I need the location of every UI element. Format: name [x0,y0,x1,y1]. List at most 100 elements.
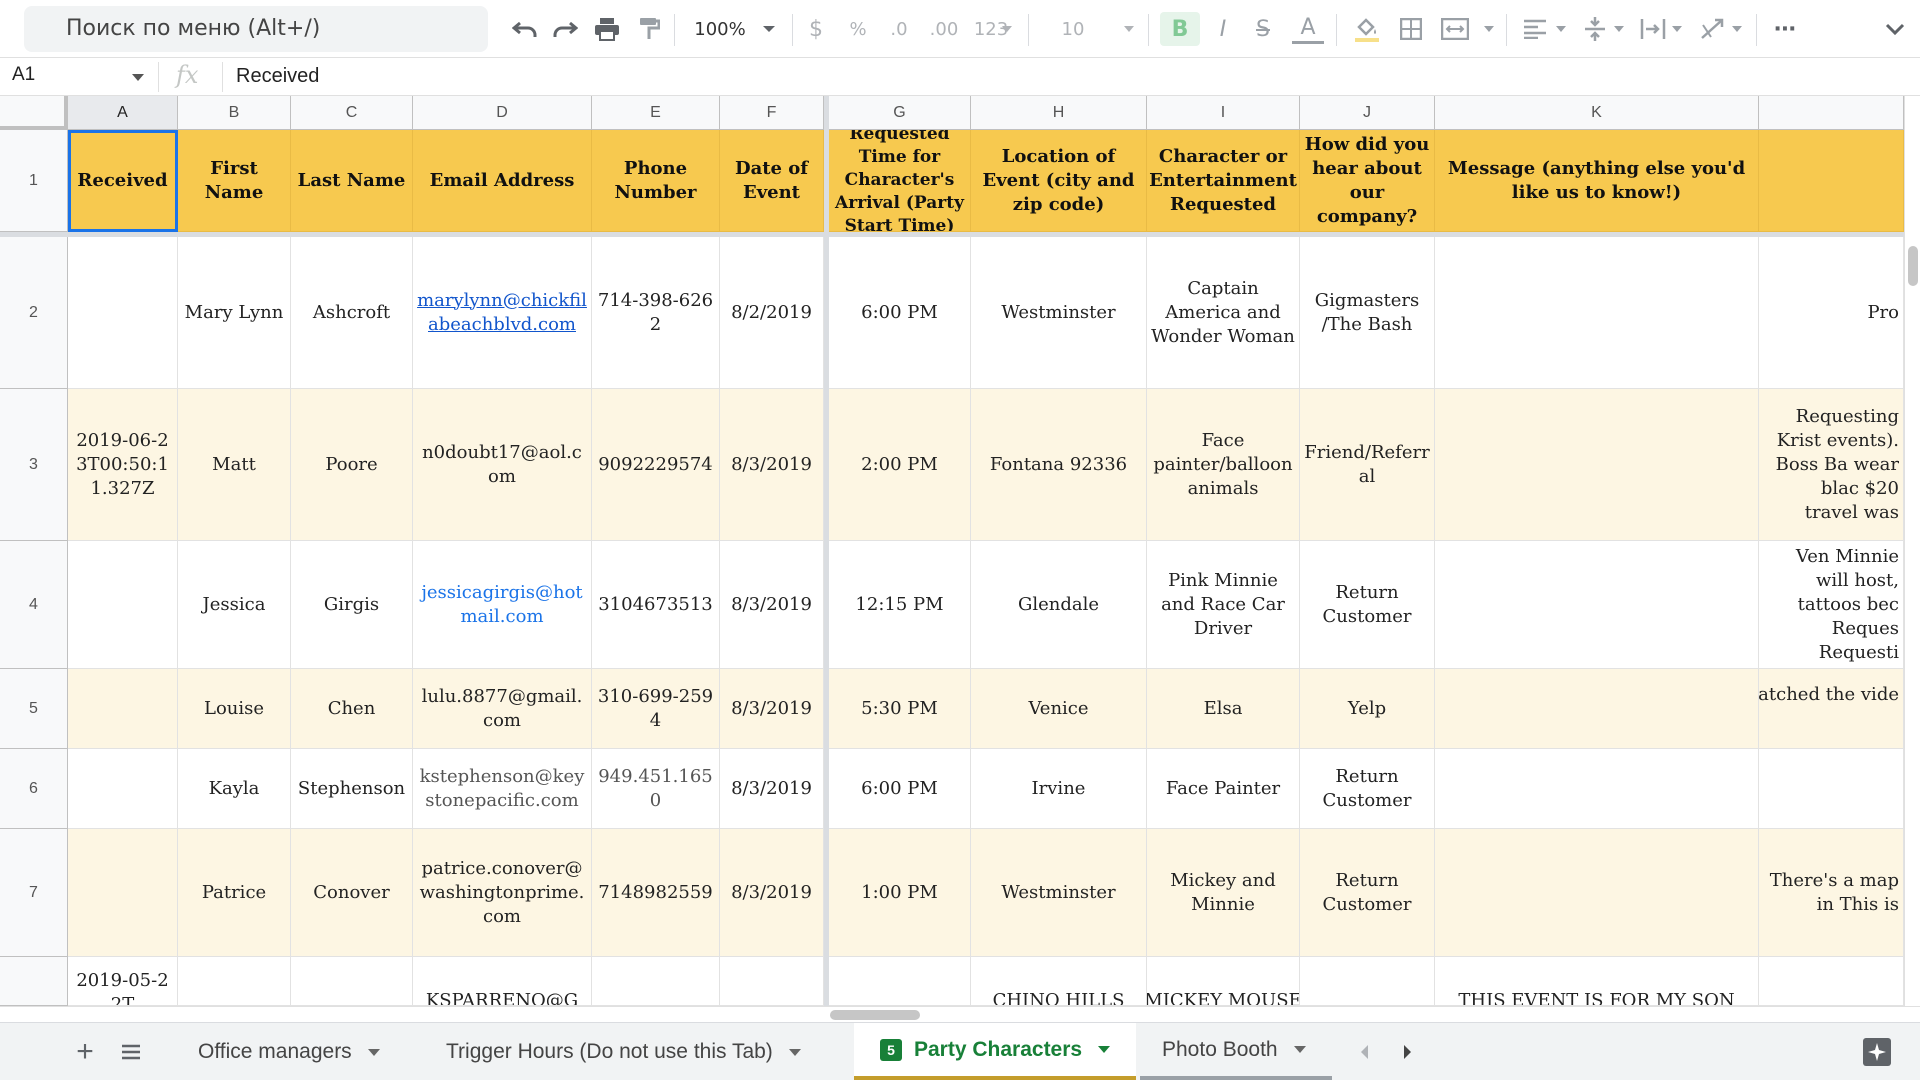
cell-a2[interactable] [68,237,178,389]
cell-j7[interactable]: Return Customer [1300,829,1435,957]
redo-icon[interactable] [548,14,582,44]
cell-e6[interactable]: 949.451.1650 [592,749,720,829]
cell-c7[interactable]: Conover [291,829,413,957]
scroll-tabs-left-icon[interactable] [1352,1023,1376,1080]
name-box[interactable]: A1 [12,64,35,86]
cell-h8[interactable]: CHINO HILLS [971,957,1147,1006]
cell-i3[interactable]: Face painter/balloon animals [1147,389,1300,541]
cell-d7[interactable]: patrice.conover@washingtonprime.com [413,829,592,957]
cell-c3[interactable]: Poore [291,389,413,541]
zoom-select[interactable]: 100% [690,14,750,44]
cell-a8[interactable]: 2019-05-22T [68,957,178,1006]
column-header-e[interactable]: E [592,96,720,130]
cell-k6[interactable] [1435,749,1759,829]
cell-l4[interactable]: Ven Minnie will host, tattoos bec Reques… [1759,541,1904,669]
cell-f2[interactable]: 8/2/2019 [720,237,824,389]
cell-l2[interactable]: Pro [1759,237,1904,389]
text-rotation-icon[interactable] [1696,14,1730,44]
cell-k3[interactable] [1435,389,1759,541]
header-cell-character[interactable]: Character or Entertainment Requested [1147,130,1300,232]
chevron-down-icon[interactable] [1554,14,1568,44]
explore-icon[interactable] [1860,1023,1894,1080]
row-header-1[interactable]: 1 [0,130,68,232]
cell-b3[interactable]: Matt [178,389,291,541]
header-cell-date[interactable]: Date of Event [720,130,824,232]
cell-i7[interactable]: Mickey and Minnie [1147,829,1300,957]
all-sheets-icon[interactable] [116,1023,146,1080]
cell-d2[interactable]: marylynn@chickfilabeachblvd.com [413,237,592,389]
increase-decimals-button[interactable]: .00 [924,14,964,44]
cell-e5[interactable]: 310-699-2594 [592,669,720,749]
vertical-align-icon[interactable] [1580,14,1610,44]
cell-h5[interactable]: Venice [971,669,1147,749]
row-header-6[interactable]: 6 [0,749,68,829]
cell-b7[interactable]: Patrice [178,829,291,957]
cell-b8[interactable] [178,957,291,1006]
cell-f6[interactable]: 8/3/2019 [720,749,824,829]
chevron-down-icon[interactable] [132,74,144,81]
cell-i8[interactable]: MICKEY MOUSE [1147,957,1300,1006]
tab-party-characters[interactable]: 5 Party Characters [854,1023,1136,1080]
scroll-tabs-right-icon[interactable] [1396,1023,1420,1080]
tab-trigger-hours[interactable]: Trigger Hours (Do not use this Tab) [424,1023,844,1080]
cell-i2[interactable]: Captain America and Wonder Woman [1147,237,1300,389]
cell-d5[interactable]: lulu.8877@gmail.com [413,669,592,749]
chevron-down-icon[interactable] [1122,14,1136,44]
cell-h3[interactable]: Fontana 92336 [971,389,1147,541]
row-header-2[interactable]: 2 [0,237,68,389]
cell-g8[interactable] [829,957,971,1006]
cell-l6[interactable] [1759,749,1904,829]
cell-j8[interactable] [1300,957,1435,1006]
column-header-g[interactable]: G [829,96,971,130]
column-header-l[interactable] [1759,96,1904,130]
cell-d6[interactable]: kstephenson@keystonepacific.com [413,749,592,829]
cell-i6[interactable]: Face Painter [1147,749,1300,829]
borders-icon[interactable] [1396,14,1426,44]
row-header-5[interactable]: 5 [0,669,68,749]
cell-e7[interactable]: 7148982559 [592,829,720,957]
header-cell-requested-time[interactable]: Requested Time for Character's Arrival (… [829,130,971,232]
percent-format-button[interactable]: % [846,14,870,44]
cell-l5[interactable]: watched the vide [1759,669,1904,749]
horizontal-align-icon[interactable] [1520,14,1550,44]
cell-b6[interactable]: Kayla [178,749,291,829]
header-cell-first-name[interactable]: First Name [178,130,291,232]
cell-c5[interactable]: Chen [291,669,413,749]
chevron-down-icon[interactable] [760,14,778,44]
cell-h2[interactable]: Westminster [971,237,1147,389]
horizontal-scroll-thumb[interactable] [830,1010,920,1020]
cell-k5[interactable] [1435,669,1759,749]
row-header-4[interactable]: 4 [0,541,68,669]
row-header-3[interactable]: 3 [0,389,68,541]
more-options-icon[interactable]: ⋯ [1770,14,1800,44]
fill-color-icon[interactable] [1350,14,1384,44]
row-header-8[interactable] [0,957,68,1006]
chevron-down-icon[interactable] [1000,14,1014,44]
cell-a4[interactable] [68,541,178,669]
column-header-f[interactable]: F [720,96,824,130]
cell-f8[interactable] [720,957,824,1006]
cell-l3[interactable]: Requesting Krist events). Boss Ba wear b… [1759,389,1904,541]
cell-a3[interactable]: 2019-06-23T00:50:11.327Z [68,389,178,541]
cell-e8[interactable] [592,957,720,1006]
header-cell-received[interactable]: Received [68,130,178,232]
cell-c4[interactable]: Girgis [291,541,413,669]
header-cell-location[interactable]: Location of Event (city and zip code) [971,130,1147,232]
column-header-h[interactable]: H [971,96,1147,130]
tab-photo-booth[interactable]: Photo Booth [1140,1023,1332,1080]
collapse-toolbar-icon[interactable] [1880,14,1910,44]
paint-format-icon[interactable] [634,14,664,44]
cell-e4[interactable]: 3104673513 [592,541,720,669]
cell-e3[interactable]: 9092229574 [592,389,720,541]
column-header-b[interactable]: B [178,96,291,130]
cell-d3[interactable]: n0doubt17@aol.com [413,389,592,541]
header-cell-l[interactable] [1759,130,1904,232]
cell-b5[interactable]: Louise [178,669,291,749]
select-all-corner[interactable] [0,96,68,130]
italic-button[interactable]: I [1208,14,1238,44]
cell-f7[interactable]: 8/3/2019 [720,829,824,957]
header-cell-phone[interactable]: Phone Number [592,130,720,232]
row-header-7[interactable]: 7 [0,829,68,957]
column-header-k[interactable]: K [1435,96,1759,130]
cell-k4[interactable] [1435,541,1759,669]
